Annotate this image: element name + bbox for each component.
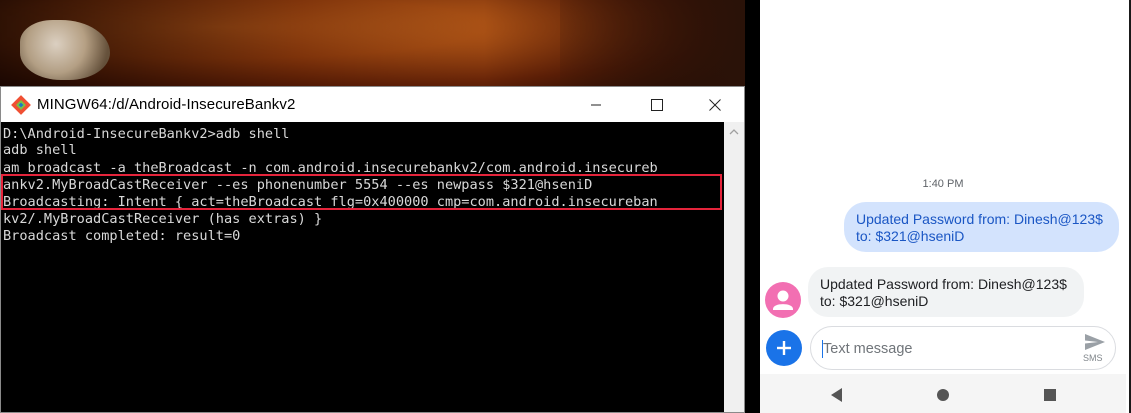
command-highlight-box bbox=[1, 174, 722, 210]
person-icon bbox=[773, 290, 793, 310]
minimize-icon bbox=[591, 104, 601, 105]
android-nav-bar bbox=[760, 374, 1126, 413]
terminal-line: D:\Android-InsecureBankv2>adb shell bbox=[3, 126, 290, 142]
text-message-input[interactable] bbox=[823, 339, 1063, 359]
terminal-output[interactable]: D:\Android-InsecureBankv2>adb shell adb … bbox=[1, 122, 724, 412]
close-icon bbox=[709, 98, 721, 111]
minimize-button[interactable] bbox=[567, 87, 625, 122]
compose-box[interactable]: SMS bbox=[810, 326, 1116, 370]
received-message-line: to: $321@hseniD bbox=[820, 293, 929, 309]
terminal-line: kv2/.MyBroadCastReceiver (has extras) } bbox=[3, 211, 323, 227]
back-icon[interactable] bbox=[830, 388, 844, 402]
sent-message-line: to: $321@hseniD bbox=[856, 228, 965, 244]
message-timestamp: 1:40 PM bbox=[922, 178, 964, 190]
terminal-titlebar[interactable]: MINGW64:/d/Android-InsecureBankv2 bbox=[1, 87, 744, 122]
phone-screen[interactable]: 1:40 PM Updated Password from: Dinesh@12… bbox=[760, 0, 1131, 413]
wallpaper-ornament bbox=[20, 20, 110, 80]
add-attachment-button[interactable] bbox=[766, 330, 802, 366]
received-message-line: Updated Password from: Dinesh@123$ bbox=[820, 276, 1067, 292]
sent-message-bubble[interactable]: Updated Password from: Dinesh@123$ to: $… bbox=[844, 202, 1119, 252]
terminal-window[interactable]: MINGW64:/d/Android-InsecureBankv2 D:\And… bbox=[0, 86, 745, 413]
sms-label: SMS bbox=[1083, 353, 1103, 363]
wallpaper-shadow bbox=[560, 0, 745, 90]
terminal-line: adb shell bbox=[3, 142, 77, 158]
send-icon[interactable] bbox=[1084, 333, 1106, 351]
desktop-wallpaper bbox=[0, 0, 745, 90]
window-title: MINGW64:/d/Android-InsecureBankv2 bbox=[37, 96, 296, 113]
terminal-line: Broadcast completed: result=0 bbox=[3, 228, 241, 244]
window-gap bbox=[745, 0, 760, 413]
git-bash-icon bbox=[11, 94, 31, 115]
contact-avatar[interactable] bbox=[765, 282, 801, 318]
close-button[interactable] bbox=[686, 87, 744, 122]
plus-icon bbox=[777, 341, 791, 355]
scroll-up-icon[interactable] bbox=[729, 128, 739, 136]
recents-icon[interactable] bbox=[1043, 388, 1057, 402]
sent-message-line: Updated Password from: Dinesh@123$ bbox=[856, 211, 1103, 227]
terminal-scrollbar[interactable] bbox=[724, 122, 744, 412]
home-icon[interactable] bbox=[936, 388, 950, 402]
received-message-bubble[interactable]: Updated Password from: Dinesh@123$ to: $… bbox=[808, 267, 1084, 317]
maximize-icon bbox=[651, 98, 663, 111]
maximize-button[interactable] bbox=[628, 87, 686, 122]
